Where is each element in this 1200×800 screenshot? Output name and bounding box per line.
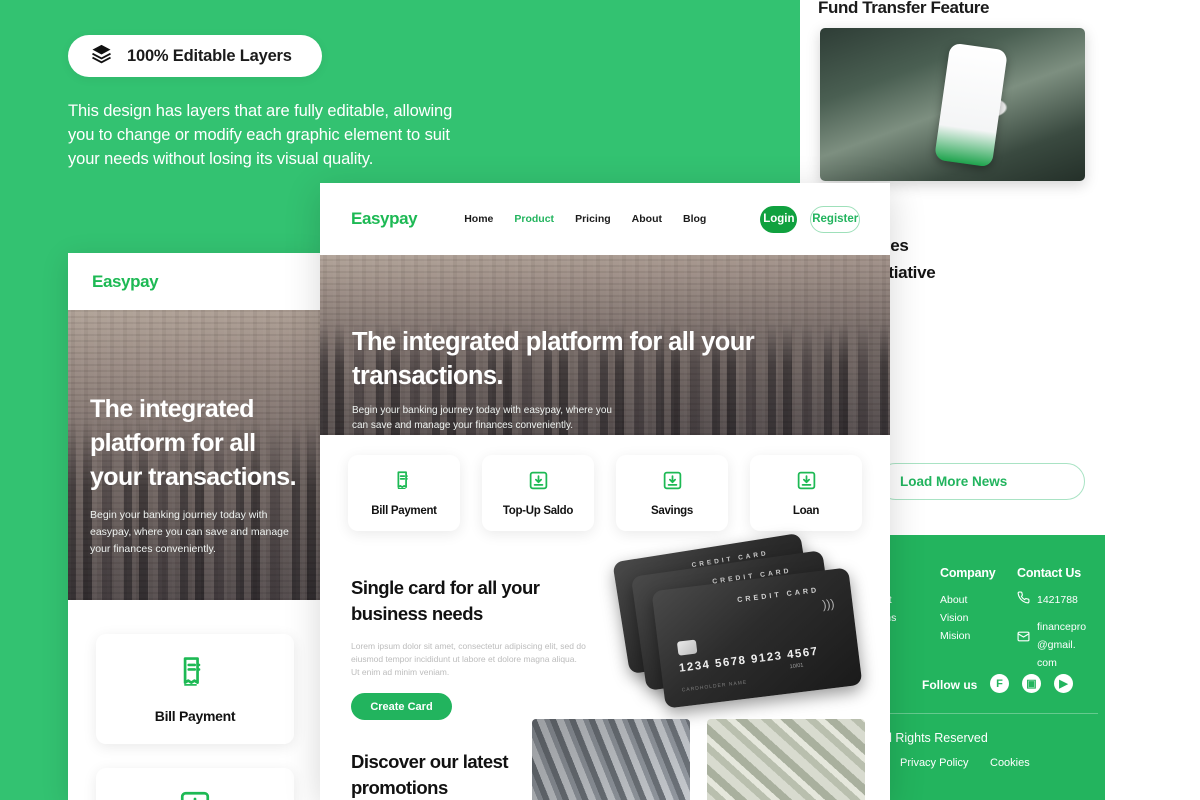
promo-laptop-photo[interactable] xyxy=(532,719,690,800)
promotions-image-list xyxy=(532,719,890,800)
credit-card-front-label: CREDIT CARD xyxy=(736,585,820,605)
login-label: Login xyxy=(763,213,795,225)
mockup-small-feature-label: Bill Payment xyxy=(154,707,236,724)
register-label: Register xyxy=(812,213,859,225)
footer-link-cookies[interactable]: Cookies xyxy=(990,757,1030,769)
credit-card-chip xyxy=(676,639,698,656)
site-logo: Easypay xyxy=(351,209,418,228)
register-button[interactable]: Register xyxy=(810,205,860,233)
phone-icon xyxy=(1017,591,1030,609)
youtube-icon[interactable]: ▶ xyxy=(1054,674,1073,693)
footer-rights: All Rights Reserved xyxy=(880,731,988,745)
feature-card-savings[interactable]: Savings xyxy=(616,455,728,531)
create-card-button[interactable]: Create Card xyxy=(351,693,452,720)
site-footer: enu oduct lutions icing ogs Company Abou… xyxy=(880,535,1105,800)
footer-link-mision[interactable]: Mision xyxy=(940,627,1020,645)
footer-column-company: Company About Vision Mision xyxy=(940,566,1020,645)
footer-column-contact: Contact Us 1421788 financepro @gmail. co… xyxy=(1017,566,1105,672)
credit-card-stack: CREDIT CARD CREDIT CARD CREDIT CARD ))) … xyxy=(612,532,863,709)
promo-office-photo[interactable] xyxy=(882,719,890,800)
login-button[interactable]: Login xyxy=(760,205,798,233)
mockup-small-feature-card-bill-payment[interactable]: Bill Payment xyxy=(96,634,294,744)
promo-money-photo[interactable] xyxy=(707,719,865,800)
layers-icon xyxy=(90,42,113,70)
background-green-left-strip xyxy=(0,255,68,800)
footer-link-about[interactable]: About xyxy=(940,591,1020,609)
footer-email-line-2: @gmail. xyxy=(1037,639,1076,651)
feature-card-bill-payment[interactable]: Bill Payment xyxy=(348,455,460,531)
credit-card-front: CREDIT CARD ))) 1234 5678 9123 4567 10/0… xyxy=(651,567,863,709)
mockup-small-feature-card-top-up[interactable]: Top-Up Saldo xyxy=(96,768,294,800)
mockup-small-hero-title: The integrated platform for all your tra… xyxy=(90,395,297,491)
nav-item-product[interactable]: Product xyxy=(514,213,554,225)
nav-item-pricing[interactable]: Pricing xyxy=(575,213,611,225)
feature-card-top-up-saldo[interactable]: Top-Up Saldo xyxy=(482,455,594,531)
credit-card-expiry: 10/01 xyxy=(789,662,804,671)
footer-divider xyxy=(880,713,1098,714)
follow-us-label: Follow us xyxy=(922,678,978,692)
contactless-icon: ))) xyxy=(821,596,836,612)
credit-card-number: 1234 5678 9123 4567 xyxy=(678,645,820,675)
promo-description: This design has layers that are fully ed… xyxy=(68,102,453,168)
facebook-icon[interactable]: F xyxy=(990,674,1009,693)
download-box-icon xyxy=(178,789,212,800)
download-box-icon xyxy=(662,470,683,496)
fund-transfer-feature-title: Fund Transfer Feature xyxy=(818,0,990,17)
card-section-body: Lorem ipsum dolor sit amet, consectetur … xyxy=(351,641,586,677)
footer-email-line-1: financepro xyxy=(1037,621,1087,633)
site-mockup-main: Easypay Home Product Pricing About Blog … xyxy=(320,183,890,800)
mockup-small-logo: Easypay xyxy=(92,271,159,291)
footer-column-contact-title: Contact Us xyxy=(1017,566,1081,580)
instagram-icon[interactable]: ▣ xyxy=(1022,674,1041,693)
phone-in-hand-photo xyxy=(820,28,1085,181)
feature-card-loan[interactable]: Loan xyxy=(750,455,862,531)
download-box-icon xyxy=(528,470,549,496)
receipt-icon xyxy=(394,470,415,496)
hero-title: The integrated platform for all your tra… xyxy=(352,328,755,390)
feature-label-loan: Loan xyxy=(792,504,820,517)
nav-item-about[interactable]: About xyxy=(632,213,662,225)
mockup-small-hero-subtitle: Begin your banking journey today with ea… xyxy=(90,509,289,555)
promotions-title: Discover our latest promotions xyxy=(351,751,509,798)
feature-label-top-up-saldo: Top-Up Saldo xyxy=(502,504,574,517)
nav-item-home[interactable]: Home xyxy=(464,213,493,225)
editable-layers-badge: 100% Editable Layers xyxy=(68,35,322,77)
footer-link-vision[interactable]: Vision xyxy=(940,609,1020,627)
footer-email-line-3: com xyxy=(1037,657,1057,669)
footer-email-row[interactable]: financepro @gmail. com xyxy=(1017,618,1105,672)
footer-phone-row[interactable]: 1421788 xyxy=(1017,591,1105,609)
footer-column-company-title: Company xyxy=(940,566,996,580)
site-mockup-small: Easypay The integrated platform for all … xyxy=(68,253,322,800)
card-section-title: Single card for all your business needs xyxy=(351,577,540,624)
nav-item-blog[interactable]: Blog xyxy=(683,213,706,225)
mail-icon xyxy=(1017,630,1030,648)
footer-social-list: F ▣ ▶ xyxy=(990,674,1073,693)
create-card-label: Create Card xyxy=(370,700,433,713)
download-box-icon xyxy=(796,470,817,496)
badge-label: 100% Editable Layers xyxy=(127,46,292,65)
load-more-news-label: Load More News xyxy=(900,474,1008,489)
hero-subtitle: Begin your banking journey today with ea… xyxy=(352,405,612,431)
main-navigation: Home Product Pricing About Blog xyxy=(464,213,706,225)
phone-screen xyxy=(933,42,1008,168)
feature-label-savings: Savings xyxy=(650,504,693,517)
footer-link-privacy-policy[interactable]: Privacy Policy xyxy=(900,757,968,769)
meeting-room-photo xyxy=(890,292,1085,445)
feature-label-bill-payment: Bill Payment xyxy=(371,504,437,517)
footer-phone-number: 1421788 xyxy=(1037,594,1078,606)
receipt-icon xyxy=(178,655,212,694)
credit-card-holder: CARDHOLDER NAME xyxy=(681,679,748,694)
load-more-news-button[interactable]: Load More News xyxy=(877,463,1085,500)
